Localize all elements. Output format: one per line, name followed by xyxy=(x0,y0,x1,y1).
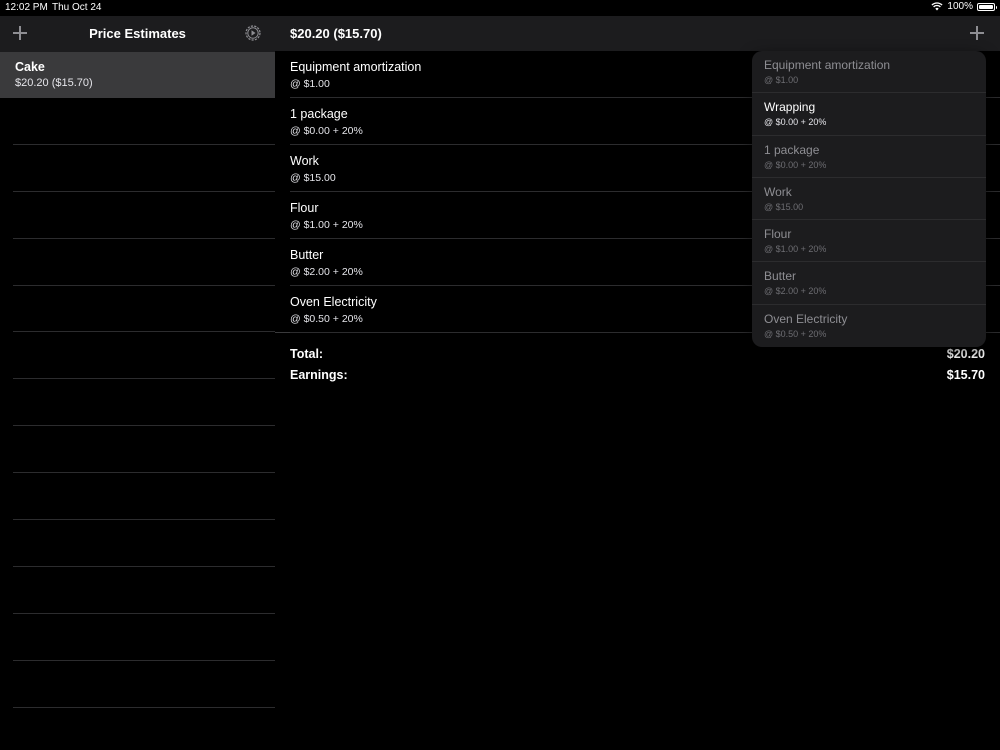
popover-item[interactable]: Butter @ $2.00 + 20% xyxy=(752,262,986,305)
popover-item[interactable]: Wrapping @ $0.00 + 20% xyxy=(752,93,986,136)
popover-item-price: @ $0.50 + 20% xyxy=(764,328,827,339)
item-price: @ $1.00 xyxy=(290,78,330,90)
sidebar: Price Estimates Cake $20.20 ($15.70) xyxy=(0,16,275,750)
item-name: Butter xyxy=(290,248,324,262)
add-item-popover: Equipment amortization @ $1.00 Wrapping … xyxy=(752,51,986,347)
item-name: Flour xyxy=(290,201,319,215)
total-label: Total: xyxy=(290,347,324,361)
estimate-list: Cake $20.20 ($15.70) xyxy=(0,52,275,708)
item-price: @ $0.00 + 20% xyxy=(290,125,363,137)
popover-item-name: Wrapping xyxy=(764,100,816,115)
empty-row xyxy=(13,239,275,286)
empty-row xyxy=(13,145,275,192)
status-bar: 12:02 PM Thu Oct 24 100% xyxy=(0,0,1000,16)
empty-row xyxy=(13,286,275,333)
popover-item-price: @ $2.00 + 20% xyxy=(764,286,827,297)
popover-item-name: Work xyxy=(764,184,792,199)
empty-row xyxy=(13,520,275,567)
estimate-item-cake[interactable]: Cake $20.20 ($15.70) xyxy=(0,52,275,98)
wifi-icon xyxy=(931,2,943,11)
empty-row xyxy=(13,192,275,239)
empty-row xyxy=(13,332,275,380)
popover-item[interactable]: Equipment amortization @ $1.00 xyxy=(752,51,986,94)
popover-item-name: Flour xyxy=(764,227,792,242)
detail-header: $20.20 ($15.70) xyxy=(275,16,1000,51)
total-value: $20.20 xyxy=(946,347,985,361)
popover-item-price: @ $15.00 xyxy=(764,201,804,212)
popover-item-price: @ $1.00 + 20% xyxy=(764,244,827,255)
earnings-value: $15.70 xyxy=(946,368,985,382)
empty-row xyxy=(13,567,275,614)
popover-arrow xyxy=(968,44,982,51)
popover-item[interactable]: Oven Electricity @ $0.50 + 20% xyxy=(752,305,986,347)
popover-item[interactable]: Work @ $15.00 xyxy=(752,178,986,221)
popover-item-price: @ $1.00 xyxy=(764,75,799,85)
item-name: 1 package xyxy=(290,107,348,121)
total-row: Total: $20.20 xyxy=(290,347,985,368)
empty-row xyxy=(13,379,275,427)
earnings-label: Earnings: xyxy=(290,368,348,382)
empty-row xyxy=(13,661,275,708)
item-name: Equipment amortization xyxy=(290,60,422,74)
popover-item[interactable]: 1 package @ $0.00 + 20% xyxy=(752,136,986,178)
status-time: 12:02 PM xyxy=(5,2,48,13)
battery-percent: 100% xyxy=(947,1,973,12)
popover-item-name: Equipment amortization xyxy=(764,58,891,72)
gear-icon[interactable] xyxy=(244,24,262,42)
item-name: Work xyxy=(290,154,319,168)
empty-row xyxy=(13,473,275,521)
item-price: @ $15.00 xyxy=(290,172,336,184)
estimate-name: Cake xyxy=(15,60,45,74)
item-price: @ $2.00 + 20% xyxy=(290,266,363,278)
battery-icon xyxy=(977,2,997,11)
status-indicators: 100% xyxy=(931,1,997,12)
item-price: @ $0.50 + 20% xyxy=(290,313,363,325)
empty-row xyxy=(13,614,275,661)
popover-item-name: Oven Electricity xyxy=(764,311,848,326)
empty-row xyxy=(13,98,275,145)
sidebar-title: Price Estimates xyxy=(89,26,186,41)
detail-title: $20.20 ($15.70) xyxy=(290,26,382,41)
item-name: Oven Electricity xyxy=(290,295,377,309)
empty-row xyxy=(13,426,275,474)
plus-icon[interactable] xyxy=(970,26,984,40)
earnings-row: Earnings: $15.70 xyxy=(290,368,985,389)
sidebar-header: Price Estimates xyxy=(0,16,275,52)
status-date: Thu Oct 24 xyxy=(52,2,102,13)
item-price: @ $1.00 + 20% xyxy=(290,219,363,231)
popover-item-price: @ $0.00 + 20% xyxy=(764,117,827,128)
popover-item[interactable]: Flour @ $1.00 + 20% xyxy=(752,220,986,263)
popover-item-price: @ $0.00 + 20% xyxy=(764,159,827,170)
popover-item-name: Butter xyxy=(764,269,797,284)
estimate-summary: $20.20 ($15.70) xyxy=(15,77,93,89)
popover-item-name: 1 package xyxy=(764,142,820,157)
